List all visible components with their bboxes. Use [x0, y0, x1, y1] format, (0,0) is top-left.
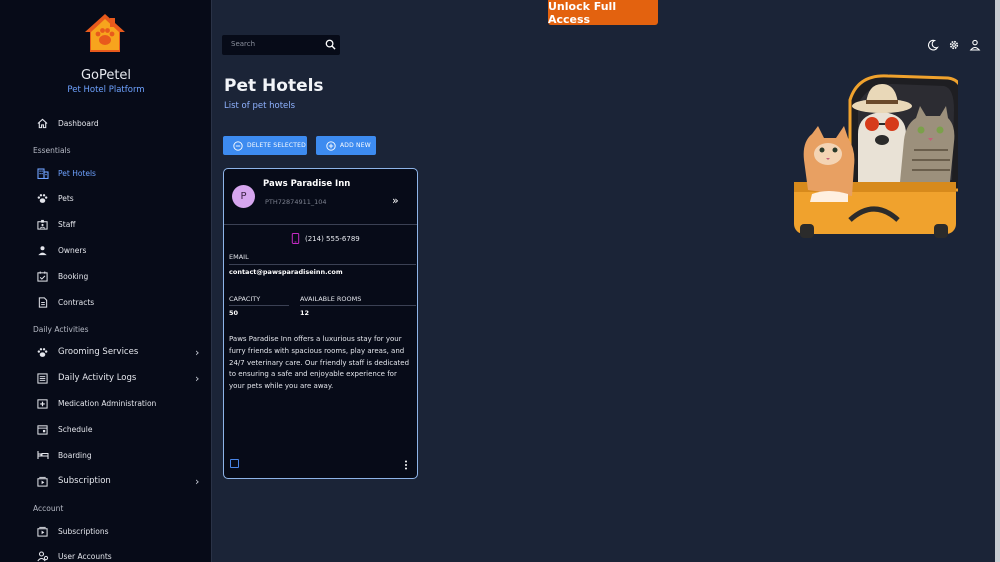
divider — [229, 305, 289, 306]
document-icon — [36, 296, 49, 309]
sidebar: GoPetel Pet Hotel Platform Dashboard Ess… — [0, 0, 212, 562]
sidebar-item-contracts[interactable]: Contracts — [0, 291, 211, 313]
delete-selected-button[interactable]: DELETE SELECTED — [223, 136, 307, 155]
sidebar-item-dashboard[interactable]: Dashboard — [0, 112, 211, 134]
search-input[interactable]: Search — [231, 40, 255, 48]
paw-icon — [36, 346, 49, 359]
add-new-label: ADD NEW — [340, 142, 371, 149]
page-subtitle: List of pet hotels — [224, 101, 296, 111]
select-checkbox[interactable] — [230, 459, 239, 468]
sidebar-item-label: Contracts — [58, 297, 95, 307]
logo-icon — [85, 14, 125, 52]
hotel-id: PTH72874911_104 — [265, 198, 327, 206]
bed-icon — [36, 449, 49, 462]
sidebar-item-label: Subscriptions — [58, 526, 109, 536]
hotel-name: Paws Paradise Inn — [263, 179, 351, 189]
gear-icon[interactable] — [948, 39, 960, 51]
search-box[interactable]: Search — [222, 35, 340, 55]
app-name: GoPetel — [80, 68, 132, 83]
scrollbar[interactable] — [995, 0, 1000, 562]
sidebar-item-owners[interactable]: Owners — [0, 239, 211, 261]
add-circle-icon — [326, 140, 336, 151]
chevron-right-icon: › — [195, 371, 200, 385]
sidebar-item-label: Subscription — [58, 476, 111, 486]
sidebar-item-label: Staff — [58, 219, 76, 229]
building-icon — [36, 167, 49, 180]
sidebar-item-subscription[interactable]: Subscription › — [0, 470, 211, 492]
calendar-check-icon — [36, 270, 49, 283]
sidebar-item-label: User Accounts — [58, 551, 112, 561]
sidebar-item-label: Schedule — [58, 424, 93, 434]
sidebar-item-label: Pet Hotels — [58, 168, 96, 178]
sidebar-item-label: Booking — [58, 271, 89, 281]
add-new-button[interactable]: ADD NEW — [316, 136, 376, 155]
list-icon — [36, 372, 49, 385]
hotel-description: Paws Paradise Inn offers a luxurious sta… — [229, 335, 410, 391]
capacity-label: CAPACITY — [229, 295, 261, 303]
sidebar-item-boarding[interactable]: Boarding — [0, 444, 211, 466]
sidebar-item-staff[interactable]: Staff — [0, 213, 211, 235]
hotel-card[interactable]: P Paws Paradise Inn PTH72874911_104 » (2… — [223, 168, 418, 479]
paw-icon — [36, 192, 49, 205]
sidebar-item-subscriptions[interactable]: Subscriptions — [0, 520, 211, 542]
avatar: P — [232, 185, 255, 208]
subscriptions-icon — [36, 525, 49, 538]
available-rooms-label: AVAILABLE ROOMS — [300, 295, 362, 303]
double-chevron-right-icon[interactable]: » — [392, 194, 399, 207]
divider — [300, 305, 416, 306]
sidebar-item-schedule[interactable]: Schedule — [0, 418, 211, 440]
sidebar-item-label: Medication Administration — [58, 398, 157, 408]
sidebar-item-grooming-services[interactable]: Grooming Services › — [0, 341, 211, 363]
sidebar-item-label: Grooming Services — [58, 347, 139, 357]
phone-icon — [291, 233, 300, 244]
sidebar-item-booking[interactable]: Booking — [0, 265, 211, 287]
sidebar-item-pets[interactable]: Pets — [0, 187, 211, 209]
subscription-icon — [36, 475, 49, 488]
page-title: Pet Hotels — [224, 76, 324, 96]
sidebar-item-label: Dashboard — [58, 118, 99, 128]
sidebar-item-user-accounts[interactable]: User Accounts — [0, 545, 211, 562]
medication-icon — [36, 397, 49, 410]
sidebar-item-pet-hotels[interactable]: Pet Hotels — [0, 162, 211, 184]
chevron-right-icon: › — [195, 345, 200, 359]
badge-icon — [36, 218, 49, 231]
hotel-phone: (214) 555-6789 — [305, 234, 360, 243]
capacity-value: 50 — [229, 309, 239, 317]
sidebar-item-label: Pets — [58, 193, 74, 203]
delete-selected-label: DELETE SELECTED — [247, 142, 306, 149]
phone-row: (214) 555-6789 — [291, 233, 360, 244]
sidebar-item-label: Owners — [58, 245, 87, 255]
section-title-account: Account — [33, 504, 64, 513]
calendar-icon — [36, 423, 49, 436]
pets-in-suitcase-illustration — [794, 74, 958, 238]
users-icon — [36, 550, 49, 562]
divider — [224, 224, 417, 225]
chevron-right-icon: › — [195, 474, 200, 488]
unlock-full-access-button[interactable]: Unlock Full Access — [548, 0, 658, 26]
more-vert-icon[interactable] — [404, 460, 408, 470]
home-icon — [36, 117, 49, 130]
sidebar-item-label: Daily Activity Logs — [58, 373, 137, 383]
dark-mode-icon[interactable] — [927, 39, 939, 51]
hotel-email: contact@pawsparadiseinn.com — [229, 268, 343, 276]
available-rooms-value: 12 — [300, 309, 310, 317]
section-title-daily-activities: Daily Activities — [33, 325, 89, 334]
sidebar-item-daily-activity-logs[interactable]: Daily Activity Logs › — [0, 367, 211, 389]
sidebar-item-label: Boarding — [58, 450, 92, 460]
remove-circle-icon — [233, 140, 243, 151]
app-subtitle: Pet Hotel Platform — [67, 85, 145, 95]
divider — [229, 264, 416, 265]
user-icon[interactable] — [969, 39, 981, 51]
person-icon — [36, 244, 49, 257]
sidebar-item-medication-administration[interactable]: Medication Administration — [0, 392, 211, 414]
search-icon[interactable] — [325, 39, 336, 50]
section-title-essentials: Essentials — [33, 146, 71, 155]
email-label: EMAIL — [229, 253, 249, 261]
